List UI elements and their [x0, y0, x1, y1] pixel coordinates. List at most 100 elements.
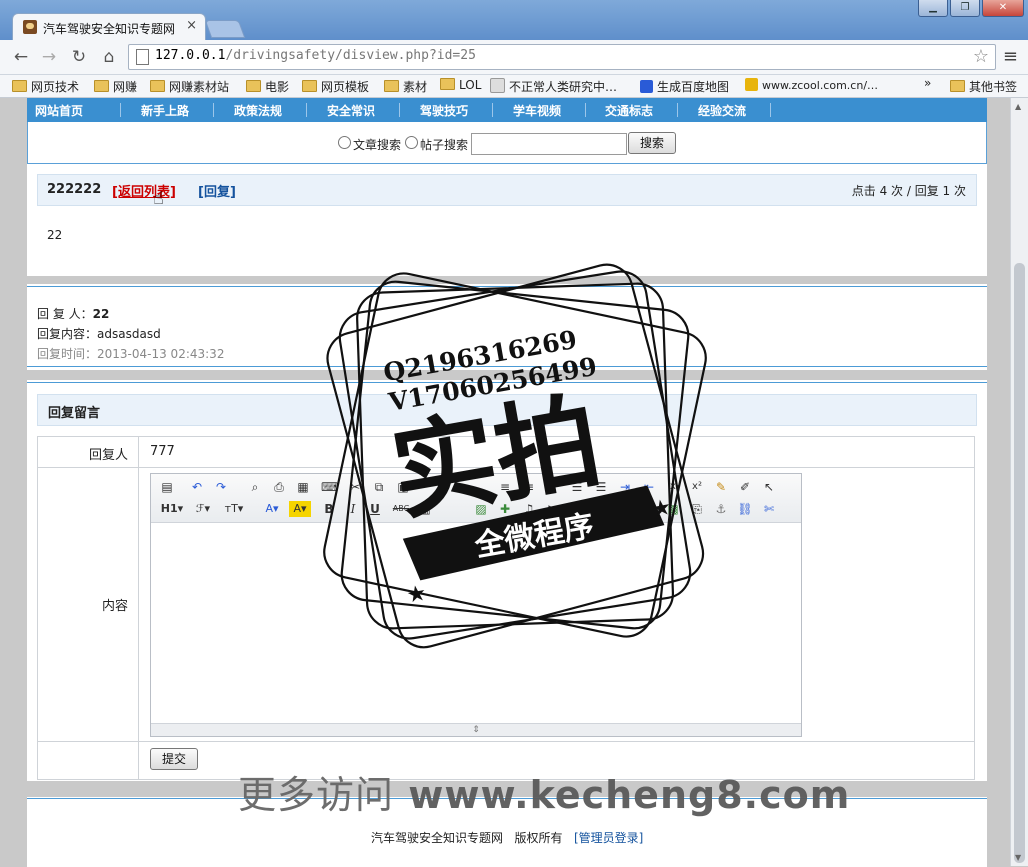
bookmark-item[interactable]: 网页模板 [302, 78, 369, 95]
bookmark-star-icon[interactable]: ☆ [973, 46, 989, 67]
outdent-icon[interactable]: ⇤ [641, 479, 657, 495]
source-icon[interactable]: ▤ [159, 479, 175, 495]
home-icon[interactable]: ⌂ [98, 47, 120, 67]
browser-toolbar: ← → ↻ ⌂ 127.0.0.1/drivingsafety/disview.… [0, 40, 1028, 75]
table-icon[interactable]: ▥ [417, 501, 433, 517]
bookmark-item[interactable]: 电影 [246, 78, 289, 95]
italic-button[interactable]: I [345, 501, 361, 517]
address-bar[interactable]: 127.0.0.1/drivingsafety/disview.php?id=2… [128, 44, 996, 70]
nav-item-videos[interactable]: 学车视频 [513, 102, 561, 119]
editor-toolbar: ▤ ↶ ↷ ⌕ ⎙ ▦ ⌨ ✂ ⧉ ▣ ≡ ≡ ☰ ☰ ⇥ ⇤ x₂ x² ✎ … [151, 474, 801, 523]
post-header: 222222 [返回列表] [回复] 点击 4 次 / 回复 1 次 [37, 174, 977, 206]
minimize-icon[interactable]: ▁ [918, 0, 948, 17]
bookmark-item[interactable]: 网赚 [94, 78, 137, 95]
scroll-up-icon[interactable]: ▲ [1015, 102, 1021, 111]
bookmark-item[interactable]: 网页技术 [12, 78, 79, 95]
highlight-color-dropdown[interactable]: A▾ [289, 501, 311, 517]
search-input[interactable] [471, 133, 627, 155]
code-icon[interactable]: ⌨ [321, 479, 338, 495]
emoticon-icon[interactable]: ☺ [641, 501, 657, 517]
bookmarks-overflow-button[interactable]: » [924, 76, 931, 90]
nav-item-beginner[interactable]: 新手上路 [141, 102, 189, 119]
image-icon[interactable]: ▨ [473, 501, 489, 517]
link-icon[interactable]: ⛓ [737, 501, 753, 517]
bookmark-item[interactable]: 网赚素材站 [150, 78, 229, 95]
back-arrow-icon[interactable]: ← [10, 47, 32, 67]
underline-button[interactable]: U [367, 501, 383, 517]
bookmark-item[interactable]: 素材 [384, 78, 427, 95]
new-tab-button[interactable] [204, 20, 246, 38]
music-icon[interactable]: ♫ [521, 501, 537, 517]
editor-content-area[interactable] [151, 523, 801, 723]
bookmark-item[interactable]: 不正常人类研究中… [490, 78, 617, 95]
vertical-scrollbar[interactable]: ▲ ▼ [1010, 98, 1028, 866]
bookmark-item[interactable]: www.zcool.com.cn/… [745, 78, 878, 92]
nav-item-skills[interactable]: 驾驶技巧 [420, 102, 468, 119]
site-main-nav: 网站首页 新手上路 政策法规 安全常识 驾驶技巧 学车视频 交通标志 经验交流 [27, 98, 987, 122]
template-icon[interactable]: ▦ [295, 479, 311, 495]
nav-item-experience[interactable]: 经验交流 [698, 102, 746, 119]
replier-field[interactable]: 777 [150, 444, 175, 459]
nav-item-home[interactable]: 网站首页 [35, 102, 83, 119]
admin-login-link[interactable]: [管理员登录] [574, 831, 643, 845]
attachment-icon[interactable]: ⚲ [569, 501, 585, 517]
superscript-icon[interactable]: x² [689, 479, 705, 495]
radio-article-search[interactable] [338, 136, 351, 149]
forward-arrow-icon[interactable]: → [38, 47, 60, 67]
select-all-icon[interactable]: ✐ [737, 479, 753, 495]
subscript-icon[interactable]: x₂ [667, 479, 683, 495]
nav-separator [213, 103, 214, 117]
nav-item-signs[interactable]: 交通标志 [605, 102, 653, 119]
video-icon[interactable]: ▶ [545, 501, 561, 517]
font-family-dropdown[interactable]: ℱ▾ [191, 501, 215, 517]
unordered-list-icon[interactable]: ☰ [593, 479, 609, 495]
heading-dropdown[interactable]: H1▾ [159, 501, 185, 517]
browser-tab[interactable]: 汽车驾驶安全知识专题网 × [12, 13, 206, 41]
nav-separator [770, 103, 771, 117]
strikethrough-button[interactable]: ABC [391, 501, 411, 517]
ordered-list-icon[interactable]: ☰ [569, 479, 585, 495]
browser-menu-icon[interactable]: ≡ [1003, 46, 1018, 67]
bookmark-item[interactable]: LOL [440, 78, 481, 92]
submit-button[interactable]: 提交 [150, 748, 198, 770]
anchor-icon[interactable]: ⚓ [713, 501, 729, 517]
bookmark-item-other[interactable]: 其他书签 [950, 78, 1017, 95]
undo-icon[interactable]: ↶ [189, 479, 205, 495]
bold-button[interactable]: B [321, 501, 337, 517]
clear-format-icon[interactable]: ✎ [713, 479, 729, 495]
pagebreak-icon[interactable]: ⎘ [689, 501, 705, 517]
search-button[interactable]: 搜索 [628, 132, 676, 154]
close-window-icon[interactable]: ✕ [982, 0, 1024, 17]
scrollbar-thumb[interactable] [1014, 263, 1025, 863]
section-rule [27, 286, 987, 287]
reload-icon[interactable]: ↻ [68, 47, 90, 67]
maximize-icon[interactable]: ❐ [950, 0, 980, 17]
bookmark-item[interactable]: 生成百度地图 [640, 78, 729, 95]
map-icon[interactable]: ▩ [665, 501, 681, 517]
preview-icon[interactable]: ⌕ [247, 479, 263, 495]
footer-text: 汽车驾驶安全知识专题网 版权所有 [管理员登录] [371, 831, 644, 845]
align-right-icon[interactable]: ≡ [521, 479, 537, 495]
font-size-dropdown[interactable]: ᴛT▾ [221, 501, 247, 517]
scroll-down-icon[interactable]: ▼ [1015, 853, 1021, 862]
print-icon[interactable]: ⎙ [271, 479, 287, 495]
cut-icon[interactable]: ✂ [347, 479, 363, 495]
indent-icon[interactable]: ⇥ [617, 479, 633, 495]
align-center-icon[interactable]: ≡ [497, 479, 513, 495]
editor-resize-handle[interactable]: ⇕ [151, 723, 801, 736]
nav-item-safety[interactable]: 安全常识 [327, 102, 375, 119]
reply-link[interactable]: [回复] [198, 181, 236, 200]
radio-post-search[interactable] [405, 136, 418, 149]
insert-image-icon[interactable]: ✚ [497, 501, 513, 517]
nav-item-policy[interactable]: 政策法规 [234, 102, 282, 119]
copy-icon[interactable]: ⧉ [371, 479, 387, 495]
font-color-dropdown[interactable]: A▾ [261, 501, 283, 517]
pointer-icon[interactable]: ↖ [761, 479, 777, 495]
redo-icon[interactable]: ↷ [213, 479, 229, 495]
radio-post-label: 帖子搜索 [420, 138, 469, 152]
paste-icon[interactable]: ▣ [395, 479, 411, 495]
unlink-icon[interactable]: ✄ [761, 501, 777, 517]
reply-form-title: 回复留言 [48, 406, 101, 421]
tab-close-icon[interactable]: × [186, 18, 197, 33]
back-to-list-link[interactable]: [返回列表] [112, 181, 176, 200]
